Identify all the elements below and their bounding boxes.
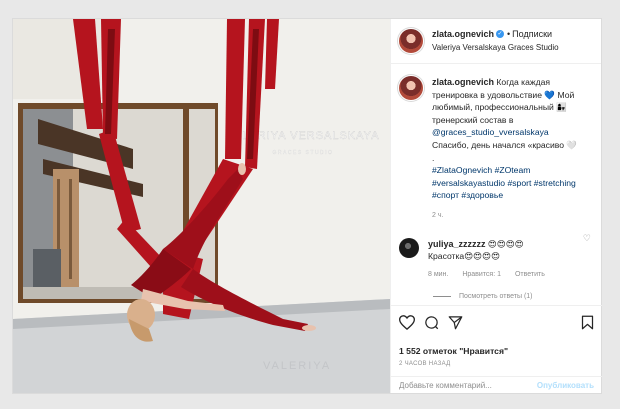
hashtags-line-2[interactable]: #versalskayastudio #sport #stretching — [432, 178, 576, 188]
post-photo[interactable]: VALERIYA VERSALSKAYA GRACES STUDIO VALER… — [13, 19, 390, 393]
floor-text: VALERIYA — [263, 360, 331, 372]
caption-dot: . — [432, 152, 435, 163]
publish-button[interactable]: Опубликовать — [537, 381, 594, 390]
caption-text-2: Спасибо, день начался «красиво 🤍 — [432, 139, 578, 150]
view-replies-button[interactable]: Посмотреть ответы (1) — [433, 293, 594, 300]
commenter-avatar[interactable] — [399, 237, 419, 258]
replies-divider — [433, 295, 451, 297]
share-icon[interactable] — [448, 315, 463, 330]
hashtags-line-1[interactable]: #ZlataOgnevich #ZOteam — [432, 165, 530, 175]
comment-emoji-2: 😍😍😍😍 — [464, 251, 501, 262]
bookmark-icon[interactable] — [581, 315, 594, 330]
reply-button[interactable]: Ответить — [515, 271, 545, 278]
commenter-username[interactable]: yuliya_zzzzzz — [428, 239, 486, 249]
caption-avatar[interactable] — [399, 76, 423, 100]
studio-sign-sub: GRACES STUDIO — [273, 150, 334, 156]
studio-mention-link[interactable]: @graces_studio_vversalskaya — [432, 127, 549, 137]
comment-age: 8 мин. — [428, 270, 449, 278]
likes-count[interactable]: 1 552 отметок "Нравится" — [399, 346, 508, 356]
comment-likes[interactable]: Нравится: 1 — [462, 271, 501, 278]
post-actions — [391, 305, 602, 341]
comment-emoji-1: 😍😍😍😍 — [487, 238, 524, 249]
author-avatar[interactable] — [399, 29, 423, 53]
comment-text: Красотка — [428, 251, 465, 262]
comment-heart-icon[interactable]: ♡ — [583, 233, 591, 244]
add-comment-bar: Добавьте комментарий... Опубликовать — [391, 376, 602, 393]
comment-item: yuliya_zzzzzz 😍😍😍😍 Красотка😍😍😍😍 8 мин. Н… — [399, 237, 594, 282]
post-side-panel: zlata.ognevich ✓ • Подписки Valeriya Versal… — [390, 19, 602, 393]
follow-status-button[interactable]: Подписки — [512, 29, 552, 39]
comments-area: zlata.ognevich Когда каждая тренировка в… — [391, 64, 602, 314]
hashtags-line-3[interactable]: #спорт #здоровье — [432, 190, 503, 200]
caption-age: 2 ч. — [432, 211, 444, 219]
author-username[interactable]: zlata.ognevich — [432, 29, 494, 39]
instagram-post: VALERIYA VERSALSKAYA GRACES STUDIO VALER… — [12, 18, 602, 394]
verified-badge-icon: ✓ — [496, 30, 505, 39]
add-comment-input[interactable]: Добавьте комментарий... — [399, 381, 537, 390]
post-header: zlata.ognevich ✓ • Подписки Valeriya Versal… — [391, 19, 601, 64]
heart-icon[interactable] — [399, 314, 415, 330]
post-timestamp: 2 ЧАСОВ НАЗАД — [399, 361, 451, 367]
caption-username[interactable]: zlata.ognevich — [432, 77, 494, 87]
aerial-yoga-image: VALERIYA VERSALSKAYA GRACES STUDIO VALER… — [13, 19, 390, 393]
caption: zlata.ognevich Когда каждая тренировка в… — [399, 76, 594, 223]
separator: • — [507, 29, 511, 39]
view-replies-label[interactable]: Посмотреть ответы (1) — [459, 293, 533, 300]
location-link[interactable]: Valeriya Versalskaya Graces Studio — [432, 41, 559, 54]
comment-icon[interactable] — [424, 315, 439, 330]
